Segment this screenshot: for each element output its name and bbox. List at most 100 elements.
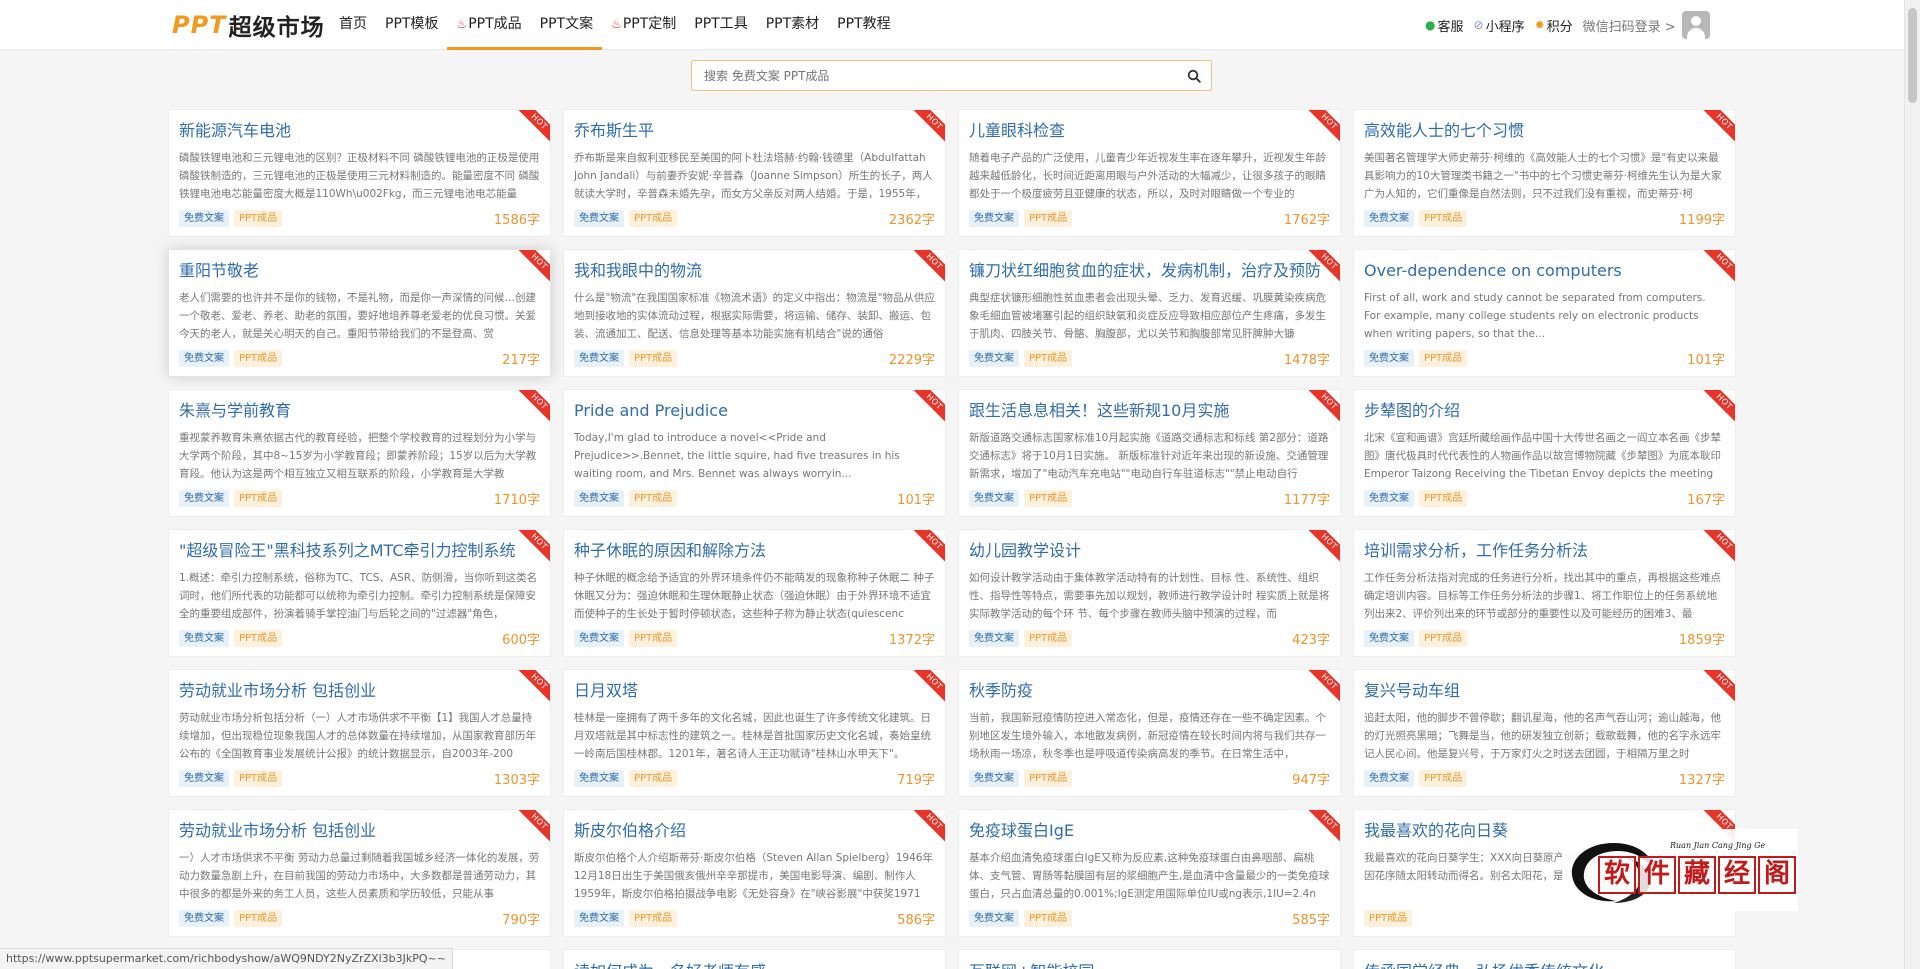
tag-ppt-product[interactable]: PPT成品 bbox=[1024, 209, 1073, 227]
card-title[interactable]: 劳动就业市场分析 包括创业 bbox=[179, 820, 540, 842]
tag-ppt-product[interactable]: PPT成品 bbox=[234, 489, 283, 507]
content-card[interactable]: HOT 朱熹与学前教育 重视蒙养教育朱熹依据古代的教育经验，把整个学校教育的过程划分… bbox=[168, 389, 551, 517]
content-card[interactable]: HOT 跟生活息息相关！这些新规10月实施 新版道路交通标志国家标准10月起实施《道… bbox=[958, 389, 1341, 517]
card-title[interactable]: 镰刀状红细胞贫血的症状，发病机制，治疗及预防 bbox=[969, 260, 1330, 282]
content-card[interactable]: HOT 幼儿园教学设计 如何设计教学活动由于集体教学活动特有的计划性、目标 性、系统… bbox=[958, 529, 1341, 657]
tag-ppt-product[interactable]: PPT成品 bbox=[1024, 349, 1073, 367]
content-card[interactable]: HOT 培训需求分析，工作任务分析法 工作任务分析法指对完成的任务进行分析，找出其中… bbox=[1353, 529, 1736, 657]
tag-ppt-product[interactable]: PPT成品 bbox=[1419, 349, 1468, 367]
nav-item[interactable]: PPT素材 bbox=[757, 0, 828, 50]
card-title[interactable]: "超级冒险王"黑科技系列之MTC牵引力控制系统 bbox=[179, 540, 540, 562]
content-card[interactable]: HOT 重阳节敬老 老人们需要的也许并不是你的钱物，不是礼物，而是你一声深情的问候…… bbox=[168, 249, 551, 377]
page-scrollbar[interactable] bbox=[1904, 0, 1920, 969]
tag-ppt-product[interactable]: PPT成品 bbox=[1364, 909, 1413, 927]
card-title[interactable]: 高效能人士的七个习惯 bbox=[1364, 120, 1725, 142]
tag-ppt-product[interactable]: PPT成品 bbox=[1024, 769, 1073, 787]
nav-item[interactable]: PPT工具 bbox=[685, 0, 756, 50]
scrollbar-thumb[interactable] bbox=[1908, 8, 1917, 103]
card-title[interactable]: 种子休眠的原因和解除方法 bbox=[574, 540, 935, 562]
card-title[interactable]: 培训需求分析，工作任务分析法 bbox=[1364, 540, 1725, 562]
card-title[interactable]: 秋季防疫 bbox=[969, 680, 1330, 702]
content-card[interactable]: HOT 镰刀状红细胞贫血的症状，发病机制，治疗及预防 典型症状镰形细胞性贫血患者会出… bbox=[958, 249, 1341, 377]
tag-free-copy[interactable]: 免费文案 bbox=[969, 909, 1019, 927]
card-title[interactable]: 斯皮尔伯格介绍 bbox=[574, 820, 935, 842]
nav-item[interactable]: ♨PPT定制 bbox=[602, 0, 685, 50]
content-card[interactable]: HOT 劳动就业市场分析 包括创业 劳动就业市场分析包括分析（一）人才市场供求不平衡… bbox=[168, 669, 551, 797]
tag-free-copy[interactable]: 免费文案 bbox=[574, 209, 624, 227]
tag-free-copy[interactable]: 免费文案 bbox=[574, 909, 624, 927]
card-title[interactable]: 乔布斯生平 bbox=[574, 120, 935, 142]
nav-item[interactable]: 首页 bbox=[330, 0, 376, 50]
card-title[interactable]: 朱熹与学前教育 bbox=[179, 400, 540, 422]
tag-free-copy[interactable]: 免费文案 bbox=[1364, 209, 1414, 227]
service-link[interactable]: ● 客服 bbox=[1425, 16, 1464, 35]
tag-ppt-product[interactable]: PPT成品 bbox=[629, 489, 678, 507]
partial-card-title[interactable]: 互联网+智能校园 bbox=[958, 949, 1341, 969]
content-card[interactable]: HOT 儿童眼科检查 随着电子产品的广泛使用，儿童青少年近视发生率在逐年攀升，近视发… bbox=[958, 109, 1341, 237]
card-title[interactable]: 新能源汽车电池 bbox=[179, 120, 540, 142]
points-link[interactable]: ✹ 积分 bbox=[1535, 16, 1573, 35]
tag-free-copy[interactable]: 免费文案 bbox=[969, 209, 1019, 227]
tag-free-copy[interactable]: 免费文案 bbox=[574, 349, 624, 367]
tag-ppt-product[interactable]: PPT成品 bbox=[234, 209, 283, 227]
tag-ppt-product[interactable]: PPT成品 bbox=[1419, 209, 1468, 227]
content-card[interactable]: HOT 复兴号动车组 追赶太阳，他的脚步不曾停歇；翻讥星海，他的名声气吞山河；逾山越… bbox=[1353, 669, 1736, 797]
tag-ppt-product[interactable]: PPT成品 bbox=[629, 209, 678, 227]
tag-ppt-product[interactable]: PPT成品 bbox=[629, 769, 678, 787]
tag-ppt-product[interactable]: PPT成品 bbox=[1024, 909, 1073, 927]
tag-ppt-product[interactable]: PPT成品 bbox=[629, 909, 678, 927]
content-card[interactable]: HOT 种子休眠的原因和解除方法 种子休眠的概念给予适宜的外界环境条件仍不能萌发的现… bbox=[563, 529, 946, 657]
partial-card-title[interactable]: 传承国学经典，弘扬优秀传统文化 bbox=[1353, 949, 1736, 969]
tag-free-copy[interactable]: 免费文案 bbox=[1364, 769, 1414, 787]
content-card[interactable]: HOT 秋季防疫 当前，我国新冠疫情防控进入常态化，但是，疫情还存在一些不确定因素。… bbox=[958, 669, 1341, 797]
content-card[interactable]: HOT 劳动就业市场分析 包括创业 一）人才市场供求不平衡 劳动力总量过剩随着我国城… bbox=[168, 809, 551, 937]
tag-free-copy[interactable]: 免费文案 bbox=[1364, 489, 1414, 507]
tag-ppt-product[interactable]: PPT成品 bbox=[1419, 769, 1468, 787]
tag-free-copy[interactable]: 免费文案 bbox=[969, 629, 1019, 647]
tag-free-copy[interactable]: 免费文案 bbox=[574, 769, 624, 787]
card-title[interactable]: 重阳节敬老 bbox=[179, 260, 540, 282]
card-title[interactable]: 跟生活息息相关！这些新规10月实施 bbox=[969, 400, 1330, 422]
content-card[interactable]: HOT 新能源汽车电池 磷酸铁锂电池和三元锂电池的区别？正极材料不同 磷酸铁锂电池的… bbox=[168, 109, 551, 237]
miniprogram-link[interactable]: ⊘ 小程序 bbox=[1474, 16, 1525, 35]
nav-item[interactable]: PPT模板 bbox=[376, 0, 447, 50]
content-card[interactable]: HOT 斯皮尔伯格介绍 斯皮尔伯格个人介绍斯蒂芬·斯皮尔伯格（Steven Alla… bbox=[563, 809, 946, 937]
wechat-login-link[interactable]: 微信扫码登录 > bbox=[1583, 16, 1676, 35]
card-title[interactable]: 儿童眼科检查 bbox=[969, 120, 1330, 142]
card-title[interactable]: 复兴号动车组 bbox=[1364, 680, 1725, 702]
tag-free-copy[interactable]: 免费文案 bbox=[179, 209, 229, 227]
card-title[interactable]: Over-dependence on computers bbox=[1364, 260, 1725, 282]
card-title[interactable]: 步辇图的介绍 bbox=[1364, 400, 1725, 422]
tag-ppt-product[interactable]: PPT成品 bbox=[1024, 489, 1073, 507]
content-card[interactable]: HOT 我和我眼中的物流 什么是"物流"在我国国家标准《物流术语》的定义中指出：物流… bbox=[563, 249, 946, 377]
card-title[interactable]: Pride and Prejudice bbox=[574, 400, 935, 422]
nav-item[interactable]: PPT文案 bbox=[530, 0, 603, 50]
tag-free-copy[interactable]: 免费文案 bbox=[969, 349, 1019, 367]
tag-ppt-product[interactable]: PPT成品 bbox=[234, 769, 283, 787]
tag-ppt-product[interactable]: PPT成品 bbox=[1024, 629, 1073, 647]
tag-ppt-product[interactable]: PPT成品 bbox=[234, 909, 283, 927]
avatar[interactable] bbox=[1681, 11, 1710, 39]
tag-free-copy[interactable]: 免费文案 bbox=[179, 909, 229, 927]
tag-free-copy[interactable]: 免费文案 bbox=[574, 629, 624, 647]
tag-free-copy[interactable]: 免费文案 bbox=[969, 489, 1019, 507]
content-card[interactable]: HOT 步辇图的介绍 北宋《宣和画谱》宫廷所藏绘画作品中国十大传世名画之一阎立本名画… bbox=[1353, 389, 1736, 517]
site-logo[interactable]: PPT 超级市场 bbox=[172, 8, 325, 42]
content-card[interactable]: HOT 高效能人士的七个习惯 美国著名管理学大师史蒂芬·柯维的《高效能人士的七个习惯… bbox=[1353, 109, 1736, 237]
content-card[interactable]: HOT 乔布斯生平 乔布斯是来自叙利亚移民至美国的阿卜杜法塔赫·约翰·钱德里（Abd… bbox=[563, 109, 946, 237]
tag-ppt-product[interactable]: PPT成品 bbox=[234, 629, 283, 647]
tag-free-copy[interactable]: 免费文案 bbox=[179, 629, 229, 647]
tag-free-copy[interactable]: 免费文案 bbox=[1364, 349, 1414, 367]
card-title[interactable]: 我和我眼中的物流 bbox=[574, 260, 935, 282]
tag-free-copy[interactable]: 免费文案 bbox=[179, 489, 229, 507]
nav-item[interactable]: ♨PPT成品 bbox=[447, 0, 531, 50]
content-card[interactable]: HOT Pride and Prejudice Today,I'm glad to … bbox=[563, 389, 946, 517]
tag-free-copy[interactable]: 免费文案 bbox=[574, 489, 624, 507]
nav-item[interactable]: PPT教程 bbox=[828, 0, 899, 50]
content-card[interactable]: HOT Over-dependence on computers First of … bbox=[1353, 249, 1736, 377]
tag-free-copy[interactable]: 免费文案 bbox=[179, 769, 229, 787]
tag-ppt-product[interactable]: PPT成品 bbox=[1419, 489, 1468, 507]
tag-ppt-product[interactable]: PPT成品 bbox=[629, 349, 678, 367]
tag-free-copy[interactable]: 免费文案 bbox=[969, 769, 1019, 787]
card-title[interactable]: 劳动就业市场分析 包括创业 bbox=[179, 680, 540, 702]
